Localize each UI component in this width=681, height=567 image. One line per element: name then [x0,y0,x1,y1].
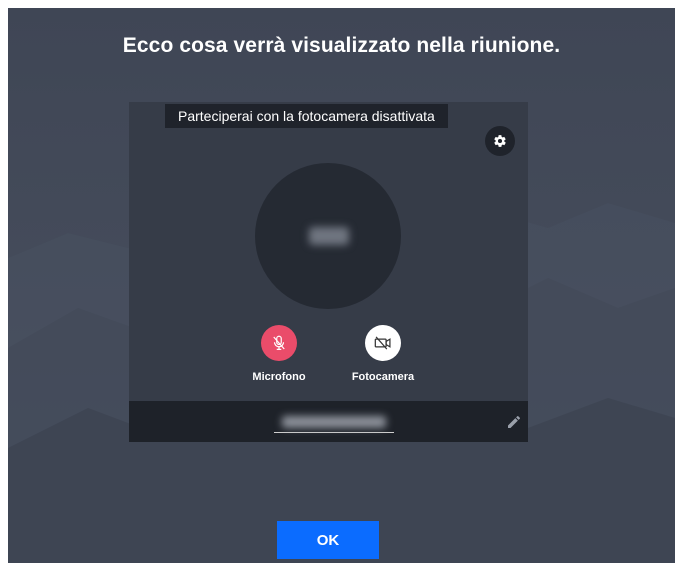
camera-control: Fotocamera [333,325,433,383]
camera-off-icon [374,336,391,350]
microphone-control: Microfono [229,325,329,383]
gear-icon [494,135,506,147]
display-name-field[interactable] [274,414,394,433]
edit-name-button[interactable] [506,414,522,430]
avatar [255,163,401,309]
avatar-initials-redacted [309,227,349,245]
microphone-toggle-button[interactable] [261,325,297,361]
camera-label: Fotocamera [351,371,415,383]
settings-button[interactable] [485,126,515,156]
display-name-redacted [282,416,386,428]
dialog-title: Ecco cosa verrà visualizzato nella riuni… [122,34,561,57]
video-preview: Parteciperai con la fotocamera disattiva… [129,102,528,442]
microphone-off-icon [273,335,285,350]
camera-toggle-button[interactable] [365,325,401,361]
ok-button[interactable]: OK [277,521,379,559]
pencil-icon [508,415,521,428]
display-name-bar [129,401,528,442]
camera-off-notice: Parteciperai con la fotocamera disattiva… [165,104,448,128]
microphone-label: Microfono [252,371,306,383]
meeting-preview-dialog: Ecco cosa verrà visualizzato nella riuni… [8,8,675,563]
